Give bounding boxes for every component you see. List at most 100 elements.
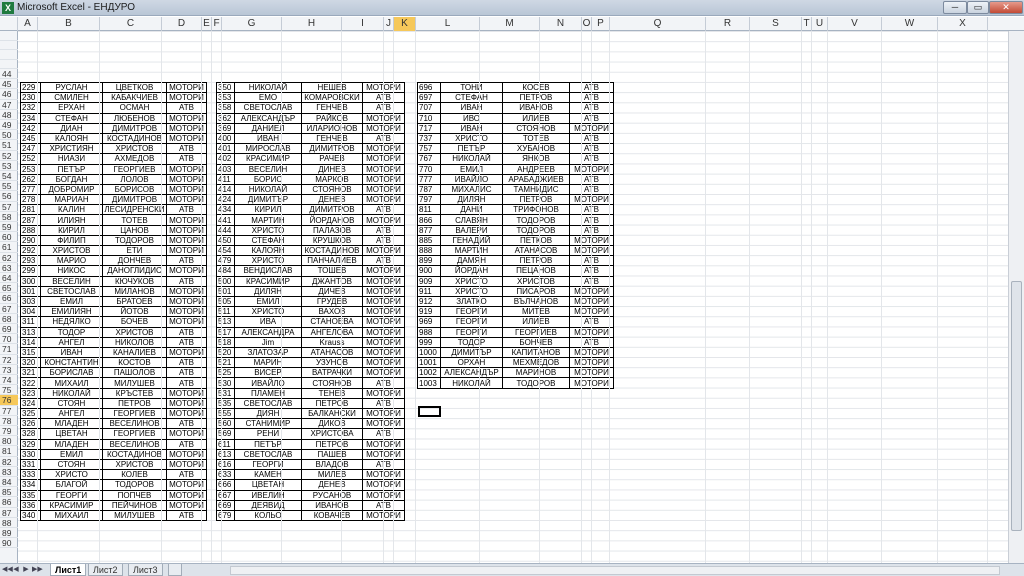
first-name-cell[interactable]: ИВАН [440,102,503,114]
number-cell[interactable]: 505 [216,295,235,308]
last-name-cell[interactable]: ЛЕСИДРЕНСКИ [102,204,167,216]
number-cell[interactable]: 1000 [417,346,441,359]
last-name-cell[interactable]: ИЛИЕВ [502,316,570,328]
last-name-cell[interactable]: БАЛКАНСКИ [301,407,363,420]
last-name-cell[interactable]: ВЕСЕЛИНОВ [102,418,167,430]
last-name-cell[interactable]: ГЕОРГИЕВ [502,326,570,338]
number-cell[interactable]: 757 [417,143,441,155]
first-name-cell[interactable]: НИКОЛАЙ [40,387,103,399]
number-cell[interactable]: 518 [216,336,235,348]
number-cell[interactable]: 569 [216,428,235,440]
first-name-cell[interactable]: ДЕЯВИД [234,499,302,511]
last-name-cell[interactable]: МИТЕВ [502,306,570,318]
first-name-cell[interactable]: ДИЛЯН [440,194,503,206]
first-name-cell[interactable]: ДАНИ [440,204,503,216]
row-header[interactable]: 88 [0,518,18,528]
last-name-cell[interactable]: ГЕОРГИЕВ [102,428,167,440]
row-header[interactable] [0,60,18,69]
last-sheet-arrow-icon[interactable]: ▶▶ [32,565,43,575]
first-name-cell[interactable]: ФИЛИП [40,234,103,247]
first-name-cell[interactable]: ПЛАМЕН [234,387,302,399]
number-cell[interactable]: 679 [216,509,235,522]
last-name-cell[interactable]: ПАШЕВ [301,448,363,460]
number-cell[interactable]: 414 [216,183,235,196]
last-name-cell[interactable]: ТОШЕВ [301,265,363,277]
number-cell[interactable]: 411 [216,173,235,185]
last-name-cell[interactable]: ПЕТРОВ [502,255,570,267]
last-name-cell[interactable]: ПЕТРОВ [301,397,363,410]
last-name-cell[interactable]: ХРИСТОВ [102,143,167,155]
number-cell[interactable]: 787 [417,183,441,196]
row-header[interactable]: 65 [0,283,18,294]
last-name-cell[interactable]: ПЕТРОВ [301,438,363,450]
last-name-cell[interactable]: МАРИНОВ [502,367,570,379]
column-header[interactable]: S [750,17,802,31]
vertical-scrollbar[interactable] [1008,31,1024,563]
first-name-cell[interactable]: СМИЛЕН [40,92,103,104]
last-name-cell[interactable]: НЕШЕВ [301,81,363,94]
last-name-cell[interactable]: НИКОЛОВ [102,336,167,348]
first-name-cell[interactable]: ЕМИЛИЯН [40,306,103,318]
number-cell[interactable]: 353 [216,92,235,104]
last-name-cell[interactable]: БОЧЕВ [102,316,167,328]
last-name-cell[interactable]: ДИМИТРОВ [301,204,363,216]
first-name-cell[interactable]: АЛЕКСАНДРА [234,326,302,338]
first-name-cell[interactable]: КРАСИМИР [234,153,302,165]
last-name-cell[interactable]: АТАНАСОВ [502,244,570,257]
column-header[interactable]: N [540,17,582,31]
first-name-cell[interactable]: НИКОС [40,265,103,277]
first-name-cell[interactable]: КРАСИМИР [234,275,302,287]
first-name-cell[interactable]: ЕМО [234,92,302,104]
first-name-cell[interactable]: ЦВЕТАН [40,428,103,440]
column-header[interactable]: D [162,17,202,31]
first-name-cell[interactable]: ХРИСТОВ [40,244,103,257]
first-name-cell[interactable]: НЕДЯЛКО [40,316,103,328]
last-name-cell[interactable]: ЙОТОВ [102,306,167,318]
number-cell[interactable]: 500 [216,275,235,287]
row-header[interactable]: 49 [0,120,18,131]
first-name-cell[interactable]: ВЕСЕЛИН [234,163,302,175]
row-header[interactable]: 85 [0,487,18,498]
column-header[interactable]: U [812,17,828,31]
first-name-cell[interactable]: ЕМИЛ [40,295,103,308]
last-name-cell[interactable]: ТОДОРОВ [502,377,570,389]
last-name-cell[interactable]: РАЙКОВ [301,112,363,124]
last-name-cell[interactable]: ДИМИТРОВ [102,194,167,206]
row-header[interactable]: 55 [0,181,18,192]
row-header[interactable] [0,31,18,41]
row-header[interactable]: 60 [0,232,18,243]
first-name-cell[interactable]: КАЛОЯН [234,244,302,257]
last-name-cell[interactable]: ПАНЧАЛИЕВ [301,255,363,267]
first-name-cell[interactable]: ДИЯН [234,407,302,420]
number-cell[interactable]: 912 [417,295,441,308]
first-name-cell[interactable]: ХРИСТО [234,306,302,318]
first-name-cell[interactable]: ГЕОРГИ [40,489,103,501]
row-header[interactable]: 44 [0,69,18,80]
first-name-cell[interactable]: ВЕНДИСЛАВ [234,265,302,277]
last-name-cell[interactable]: АХМЕДОВ [102,153,167,165]
first-name-cell[interactable]: КАМЕН [234,469,302,481]
last-name-cell[interactable]: ПАЛАЗОВ [301,224,363,236]
row-header[interactable]: 48 [0,110,18,120]
number-cell[interactable]: 530 [216,377,235,389]
first-name-cell[interactable]: МИХАИЛ [40,509,103,522]
row-header[interactable]: 56 [0,191,18,202]
last-name-cell[interactable]: ЛОЛОВ [102,173,167,185]
number-cell[interactable]: 520 [216,346,235,359]
number-cell[interactable]: 999 [417,336,441,348]
number-cell[interactable]: 521 [216,357,235,369]
minimize-button[interactable]: ─ [943,1,967,14]
first-name-cell[interactable]: КИРИЛ [40,224,103,236]
last-name-cell[interactable]: КОСЕВ [502,81,570,94]
number-cell[interactable]: 866 [417,214,441,226]
first-name-cell[interactable]: СЛАВЯН [440,214,503,226]
last-name-cell[interactable]: ДОНЧЕВ [102,255,167,267]
column-header[interactable]: I [342,17,384,31]
last-name-cell[interactable]: ТОТЕВ [102,214,167,226]
number-cell[interactable]: 900 [417,265,441,277]
last-name-cell[interactable]: ХРИСТОВ [102,458,167,471]
last-name-cell[interactable]: ЙОРДАНОВ [301,214,363,226]
last-name-cell[interactable]: ИВАНОВ [502,102,570,114]
last-name-cell[interactable]: ИЛИЕВ [502,112,570,124]
first-name-cell[interactable]: МЛАДЕН [40,438,103,450]
